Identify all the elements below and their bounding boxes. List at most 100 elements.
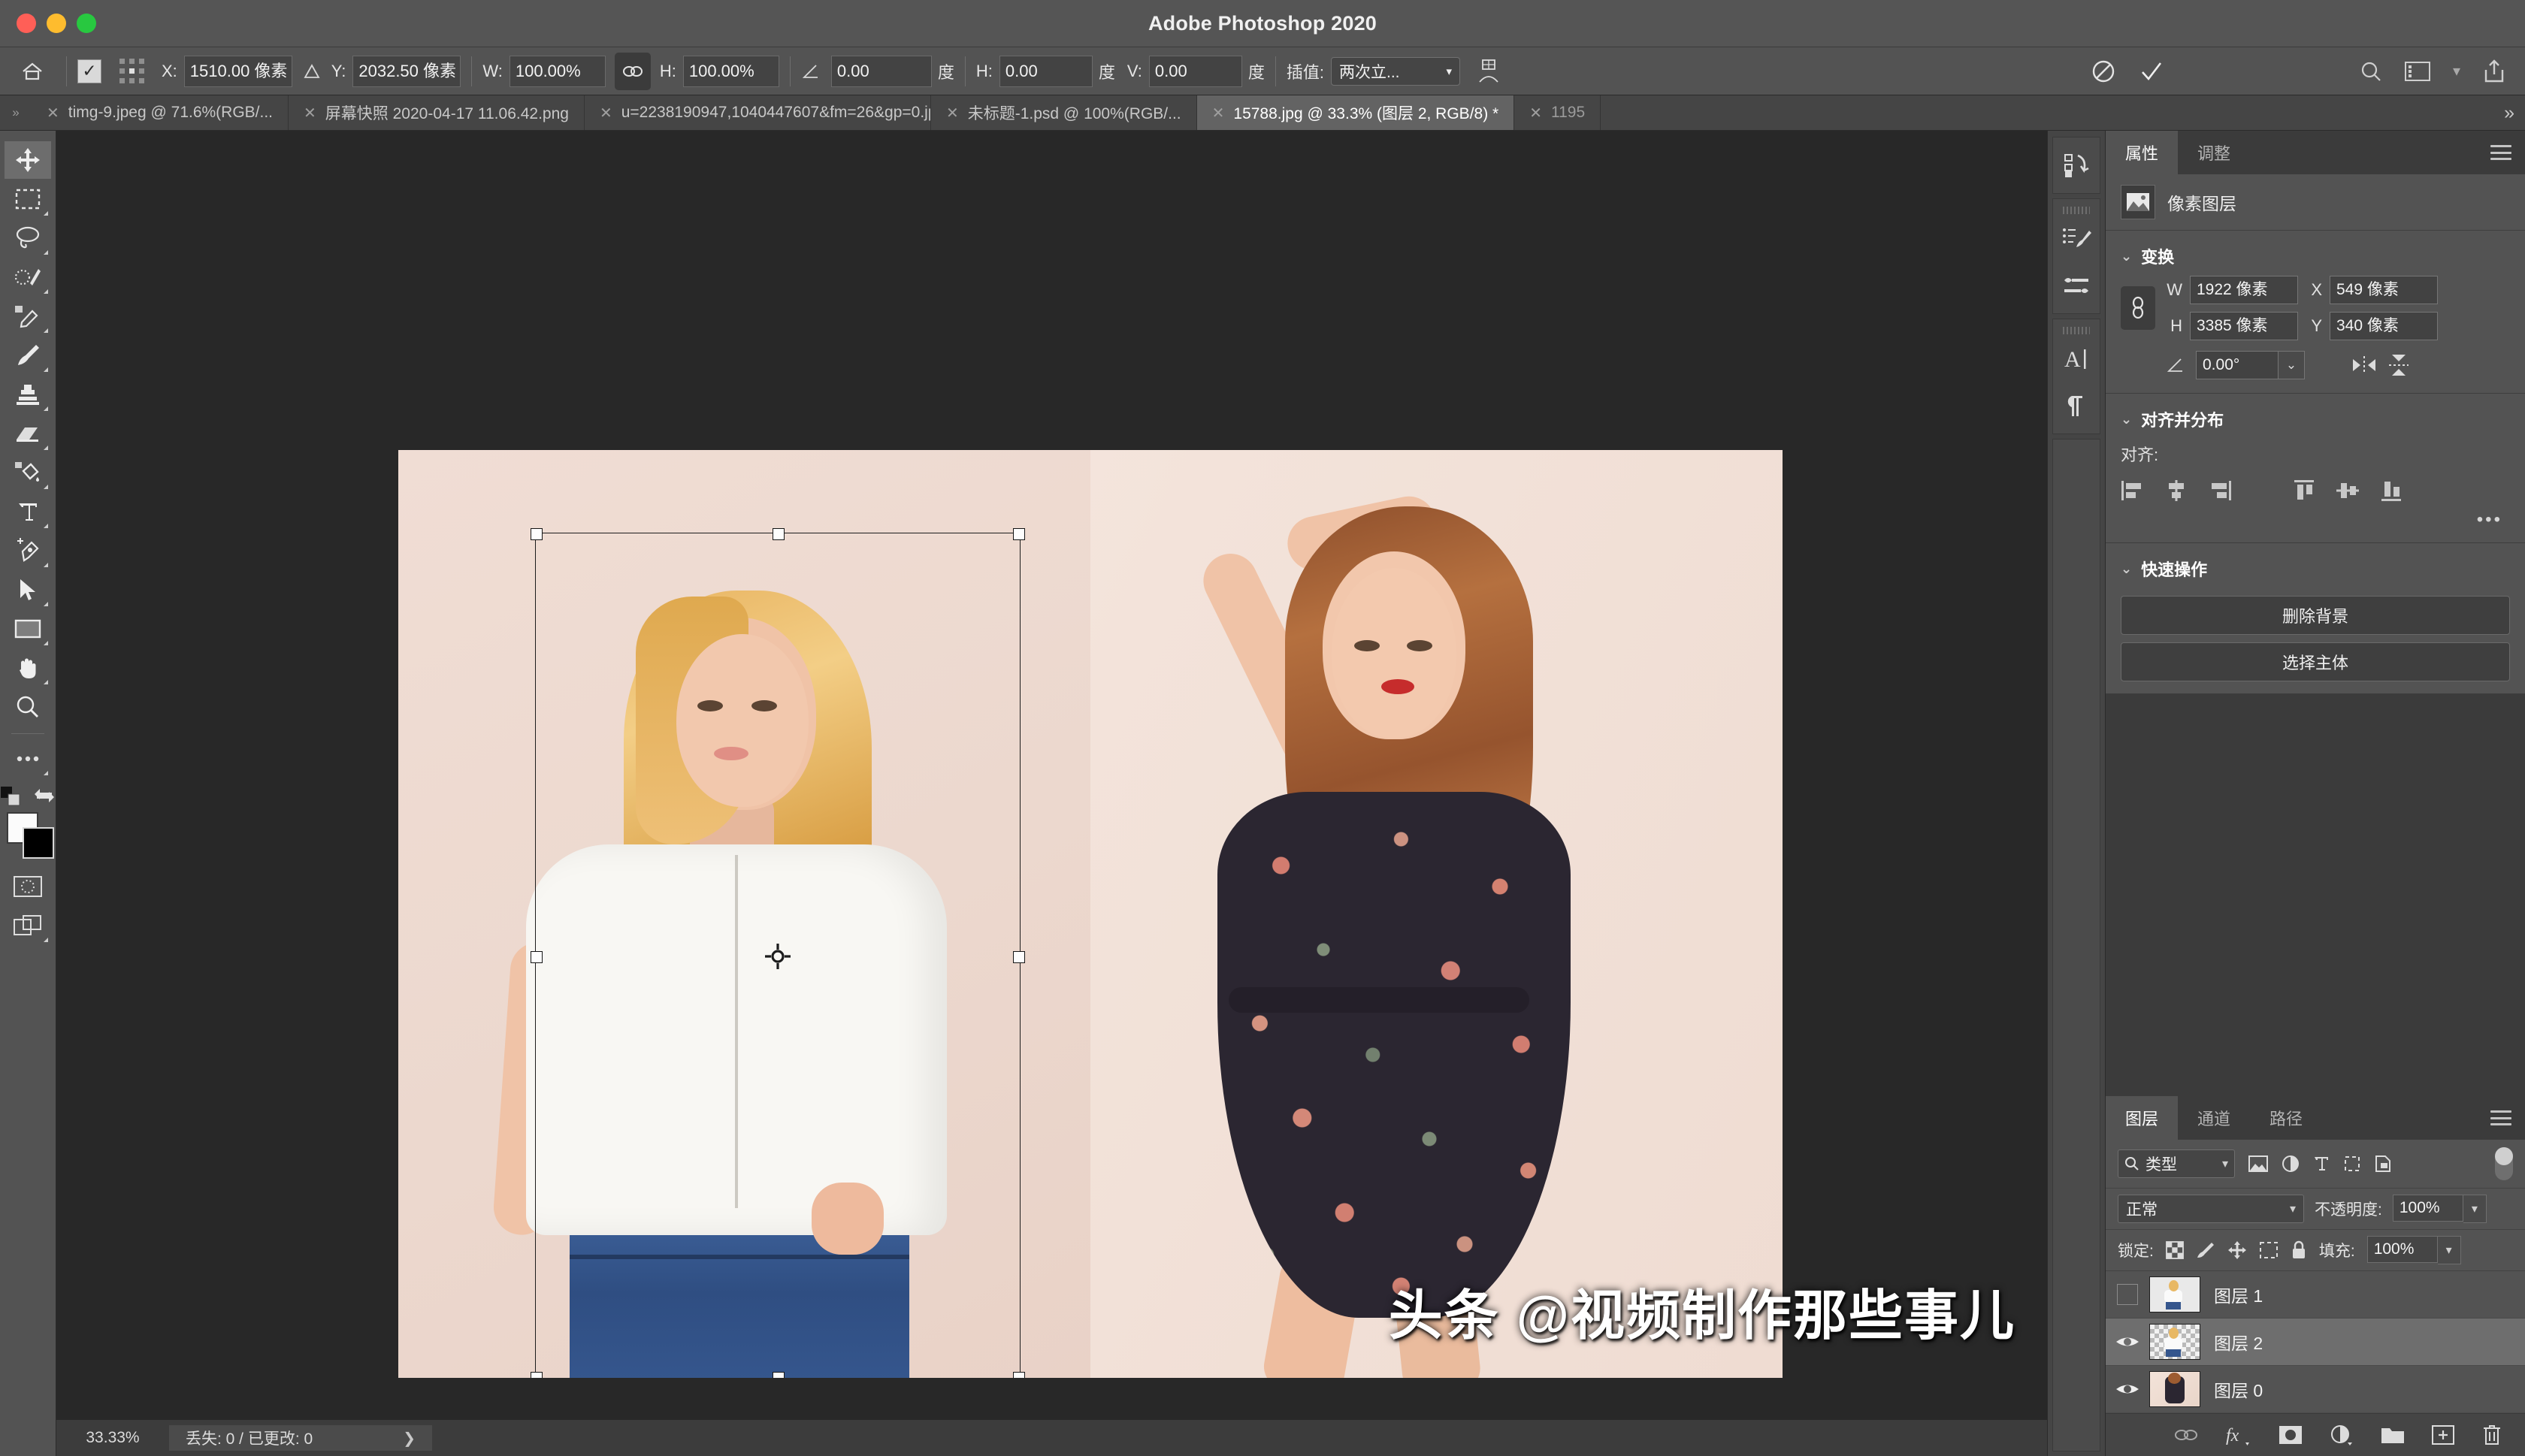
angle-input[interactable]: 0.00° [2196, 351, 2278, 379]
close-icon[interactable]: ✕ [946, 104, 959, 122]
search-icon[interactable] [2360, 60, 2382, 83]
document-tab[interactable]: ✕ 屏幕快照 2020-04-17 11.06.42.png [289, 95, 585, 130]
workspace-icon[interactable] [2404, 61, 2430, 81]
flip-vertical-icon[interactable] [2387, 353, 2410, 377]
character-icon[interactable]: A [2055, 336, 2098, 382]
skew-v-input[interactable]: 0.00 [1148, 55, 1242, 87]
reference-point-grid-icon[interactable] [115, 54, 150, 89]
document-tab[interactable]: ✕ u=2238190947,1040447607&fm=26&gp=0.jpg [584, 95, 931, 130]
layer-visibility-toggle[interactable] [2106, 1284, 2149, 1305]
background-color-swatch[interactable] [23, 827, 54, 859]
skew-h-input[interactable]: 0.00 [999, 55, 1093, 87]
zoom-tool[interactable] [5, 688, 51, 726]
document-info[interactable]: 丢失: 0 / 已更改: 0 ❯ [169, 1425, 432, 1451]
remove-background-button[interactable]: 删除背景 [2121, 596, 2510, 635]
chevron-down-icon[interactable]: ▾ [2453, 62, 2460, 80]
layer-thumbnail[interactable] [2149, 1324, 2200, 1360]
quick-mask-icon[interactable] [5, 868, 51, 905]
align-section-header[interactable]: ⌄ 对齐并分布 [2106, 401, 2525, 439]
filter-kind-select[interactable]: 类型 ▾ [2118, 1149, 2235, 1178]
layer-name[interactable]: 图层 1 [2214, 1282, 2263, 1307]
chevron-down-icon[interactable]: ⌄ [2121, 249, 2132, 264]
tab-adjustments[interactable]: 调整 [2178, 131, 2251, 174]
y-input[interactable]: 340 像素 [2330, 312, 2438, 340]
w-input[interactable]: 100.00% [509, 55, 606, 87]
rectangular-marquee-tool[interactable] [5, 180, 51, 218]
tab-properties[interactable]: 属性 [2106, 131, 2179, 174]
adjustment-filter-icon[interactable] [2282, 1155, 2300, 1173]
link-chain-icon[interactable] [614, 52, 651, 90]
brush-tool[interactable] [5, 337, 51, 374]
panel-menu-icon[interactable] [2490, 1096, 2525, 1140]
layer-thumbnail[interactable] [2149, 1371, 2200, 1407]
opacity-input[interactable]: 100% [2392, 1195, 2463, 1222]
edit-toolbar-tool[interactable] [5, 740, 51, 778]
align-top-icon[interactable] [2292, 479, 2316, 502]
new-layer-icon[interactable] [2432, 1425, 2454, 1445]
document-tab[interactable]: ✕ timg-9.jpeg @ 71.6%(RGB/... [32, 95, 289, 130]
lock-all-icon[interactable] [2291, 1240, 2307, 1260]
align-middle-vertical-icon[interactable] [2336, 479, 2360, 502]
quick-selection-tool[interactable] [5, 258, 51, 296]
transform-handle-top-center[interactable] [773, 528, 785, 540]
x-input[interactable]: 1510.00 像素 [183, 55, 292, 87]
panel-grip[interactable] [2063, 207, 2090, 214]
document-tab[interactable]: ✕ 1195 [1514, 95, 1601, 130]
h-input[interactable]: 3385 像素 [2190, 312, 2298, 340]
transform-handle-middle-right[interactable] [1013, 950, 1025, 963]
eraser-tool[interactable] [5, 415, 51, 452]
adjustment-layer-icon[interactable] [2330, 1424, 2354, 1445]
new-group-icon[interactable] [2381, 1425, 2405, 1445]
interpolation-select[interactable]: 两次立... ▾ [1331, 56, 1461, 86]
close-icon[interactable]: ✕ [600, 104, 612, 122]
transform-handle-bottom-left[interactable] [531, 1372, 543, 1378]
chevron-down-icon[interactable]: ⌄ [2121, 561, 2132, 577]
lasso-tool[interactable] [5, 219, 51, 257]
layer-style-fx-icon[interactable]: fx [2226, 1424, 2251, 1445]
lock-image-pixels-icon[interactable] [2196, 1241, 2215, 1259]
chevron-down-icon[interactable]: ⌄ [2278, 351, 2305, 379]
history-icon[interactable] [2055, 142, 2098, 189]
fill-dropdown-icon[interactable]: ▾ [2437, 1236, 2461, 1264]
auto-select-checkbox[interactable]: ✓ [77, 59, 101, 83]
screen-mode-icon[interactable] [5, 907, 51, 944]
transform-section-header[interactable]: ⌄ 变换 [2106, 238, 2525, 276]
type-filter-icon[interactable] [2313, 1155, 2330, 1173]
minimize-window-button[interactable] [47, 14, 66, 33]
document-canvas[interactable] [398, 450, 1783, 1378]
move-tool[interactable] [5, 141, 51, 179]
close-icon[interactable]: ✕ [1212, 104, 1225, 122]
panel-menu-icon[interactable] [2490, 131, 2525, 174]
close-icon[interactable]: ✕ [1529, 104, 1542, 122]
fill-input[interactable]: 100% [2366, 1236, 2438, 1263]
angle-input[interactable]: 0.00 [830, 55, 932, 87]
layer-row-selected[interactable]: 图层 2 [2106, 1319, 2525, 1366]
close-icon[interactable]: ✕ [304, 104, 316, 122]
link-chain-icon[interactable] [2121, 286, 2155, 330]
tab-overflow-button[interactable]: » [2493, 95, 2525, 130]
smart-object-filter-icon[interactable] [2375, 1155, 2391, 1173]
align-right-icon[interactable] [2208, 479, 2232, 502]
y-input[interactable]: 2032.50 像素 [352, 55, 461, 87]
layer-visibility-toggle[interactable] [2106, 1334, 2149, 1350]
tab-paths[interactable]: 路径 [2250, 1096, 2323, 1140]
lock-transparent-pixels-icon[interactable] [2165, 1241, 2184, 1259]
align-left-icon[interactable] [2121, 479, 2145, 502]
canvas-viewport[interactable]: 头条 @视频制作那些事儿 [56, 131, 2047, 1419]
layer-row[interactable]: 图层 0 [2106, 1366, 2525, 1413]
document-tab-active[interactable]: ✕ 15788.jpg @ 33.3% (图层 2, RGB/8) * [1196, 95, 1515, 130]
brush-settings-icon[interactable] [2055, 262, 2098, 309]
transform-handle-top-left[interactable] [531, 528, 543, 540]
angle-field[interactable]: 0.00° ⌄ [2196, 351, 2305, 379]
tab-channels[interactable]: 通道 [2178, 1096, 2251, 1140]
select-subject-button[interactable]: 选择主体 [2121, 642, 2510, 681]
filter-toggle[interactable] [2495, 1147, 2513, 1180]
share-icon[interactable] [2483, 59, 2505, 83]
layer-thumbnail[interactable] [2149, 1276, 2200, 1313]
layer-name[interactable]: 图层 2 [2214, 1329, 2263, 1355]
paragraph-icon[interactable] [2055, 382, 2098, 429]
align-bottom-icon[interactable] [2379, 479, 2403, 502]
link-layers-icon[interactable] [2173, 1427, 2199, 1442]
opacity-dropdown-icon[interactable]: ▾ [2463, 1195, 2487, 1223]
lock-position-icon[interactable] [2227, 1240, 2247, 1260]
